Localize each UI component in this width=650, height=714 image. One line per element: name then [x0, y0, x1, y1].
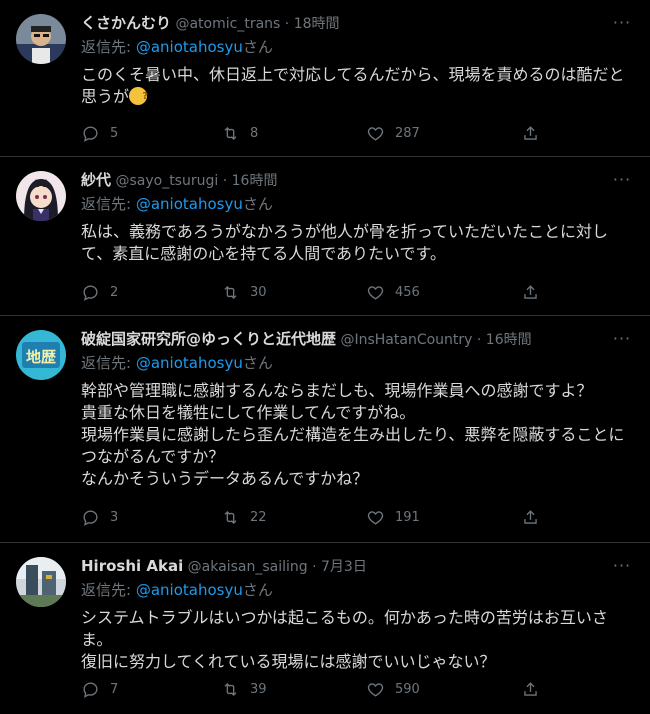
tweet-text: 幹部や管理職に感謝するんならまだしも、現場作業員への感謝ですよ？ 貴重な休日を犠…: [81, 381, 625, 488]
display-name[interactable]: 破綻国家研究所@ゆっくりと近代地歴: [81, 330, 336, 348]
reply-icon: [83, 284, 98, 301]
avatar[interactable]: [16, 557, 66, 607]
like-count: 287: [395, 125, 420, 141]
reply-count: 7: [110, 681, 119, 697]
retweet-button[interactable]: 8: [221, 121, 258, 145]
share-button[interactable]: [521, 677, 540, 701]
heart-icon: [367, 510, 384, 525]
reply-icon: [83, 681, 98, 698]
separator: ·: [472, 332, 486, 348]
heart-icon: [367, 126, 384, 141]
display-name[interactable]: 紗代: [81, 171, 111, 189]
share-icon: [524, 284, 537, 299]
retweet-button[interactable]: 39: [221, 677, 267, 701]
reply-context: 返信先: @aniotahosyuさん: [81, 193, 634, 215]
retweet-button[interactable]: 30: [221, 280, 267, 304]
separator: ·: [307, 559, 321, 575]
share-icon: [524, 509, 537, 524]
reply-count: 5: [110, 125, 119, 141]
reply-count: 3: [110, 509, 119, 525]
reply-context: 返信先: @aniotahosyuさん: [81, 36, 634, 58]
like-count: 590: [395, 681, 420, 697]
reply-to-link[interactable]: @aniotahosyu: [136, 581, 243, 599]
tweet-text-body: このくそ暑い中、休日返上で対応してるんだから、現場を責めるのは酷だと思うが: [81, 65, 625, 106]
tweet-text: システムトラブルはいつかは起こるもの。何かあった時の苦労はお互いさま。 復旧に努…: [81, 608, 608, 671]
user-handle[interactable]: @InsHatanCountry: [340, 332, 472, 348]
like-button[interactable]: 287: [366, 121, 420, 145]
display-name[interactable]: Hiroshi Akai: [81, 557, 183, 575]
share-button[interactable]: [521, 280, 540, 304]
tweet[interactable]: ··· Hiroshi Akai @akaisan_sailing · 7月3日…: [0, 543, 650, 714]
reply-context: 返信先: @aniotahosyuさん: [81, 579, 634, 601]
timestamp[interactable]: 7月3日: [321, 559, 367, 575]
reply-to-link[interactable]: @aniotahosyu: [136, 354, 243, 372]
share-icon: [524, 125, 537, 140]
retweet-icon: [224, 510, 237, 524]
reply-suffix: さん: [242, 354, 273, 372]
like-button[interactable]: 191: [366, 505, 420, 529]
avatar[interactable]: [16, 171, 66, 221]
retweet-count: 39: [250, 681, 267, 697]
user-handle[interactable]: @atomic_trans: [175, 16, 280, 32]
separator: ·: [280, 16, 294, 32]
separator: ·: [218, 173, 232, 189]
reply-suffix: さん: [242, 195, 273, 213]
user-handle[interactable]: @akaisan_sailing: [188, 559, 308, 575]
timestamp[interactable]: 18時間: [294, 16, 340, 32]
thinking-face-icon: [129, 86, 148, 108]
retweet-icon: [224, 285, 237, 299]
retweet-button[interactable]: 22: [221, 505, 267, 529]
tweet[interactable]: ··· くさかんむり @atomic_trans · 18時間 返信先: @an…: [0, 0, 650, 157]
reply-icon: [83, 509, 98, 526]
user-handle[interactable]: @sayo_tsurugi: [115, 173, 218, 189]
retweet-count: 22: [250, 509, 267, 525]
tweet-text: このくそ暑い中、休日返上で対応してるんだから、現場を責めるのは酷だと思うが: [81, 64, 634, 108]
reply-suffix: さん: [242, 581, 273, 599]
retweet-count: 30: [250, 284, 267, 300]
reply-prefix: 返信先:: [81, 354, 136, 372]
reply-button[interactable]: 2: [81, 280, 118, 304]
like-button[interactable]: 456: [366, 280, 420, 304]
display-name[interactable]: くさかんむり: [81, 14, 171, 32]
retweet-icon: [224, 682, 237, 696]
reply-suffix: さん: [242, 38, 273, 56]
like-count: 191: [395, 509, 420, 525]
reply-to-link[interactable]: @aniotahosyu: [136, 38, 243, 56]
reply-count: 2: [110, 284, 119, 300]
retweet-count: 8: [250, 125, 259, 141]
share-icon: [524, 681, 537, 696]
reply-prefix: 返信先:: [81, 38, 136, 56]
reply-icon: [83, 125, 98, 142]
reply-button[interactable]: 5: [81, 121, 118, 145]
reply-button[interactable]: 7: [81, 677, 118, 701]
timestamp[interactable]: 16時間: [232, 173, 278, 189]
tweet[interactable]: 地歴 ··· 破綻国家研究所@ゆっくりと近代地歴 @InsHatanCountr…: [0, 316, 650, 543]
reply-button[interactable]: 3: [81, 505, 118, 529]
heart-icon: [367, 682, 384, 697]
share-button[interactable]: [521, 121, 540, 145]
reply-prefix: 返信先:: [81, 581, 136, 599]
retweet-icon: [224, 126, 237, 140]
avatar-logo-text: 地歴: [26, 348, 56, 366]
avatar[interactable]: 地歴: [16, 330, 66, 380]
reply-context: 返信先: @aniotahosyuさん: [81, 352, 634, 374]
timestamp[interactable]: 16時間: [486, 332, 532, 348]
avatar[interactable]: [16, 14, 66, 64]
like-count: 456: [395, 284, 420, 300]
share-button[interactable]: [521, 505, 540, 529]
reply-to-link[interactable]: @aniotahosyu: [136, 195, 243, 213]
reply-prefix: 返信先:: [81, 195, 136, 213]
tweet-text: 私は、義務であろうがなかろうが他人が骨を折っていただいたことに対して、素直に感謝…: [81, 222, 609, 263]
like-button[interactable]: 590: [366, 677, 420, 701]
tweet[interactable]: ··· 紗代 @sayo_tsurugi · 16時間 返信先: @aniota…: [0, 157, 650, 316]
heart-icon: [367, 285, 384, 300]
